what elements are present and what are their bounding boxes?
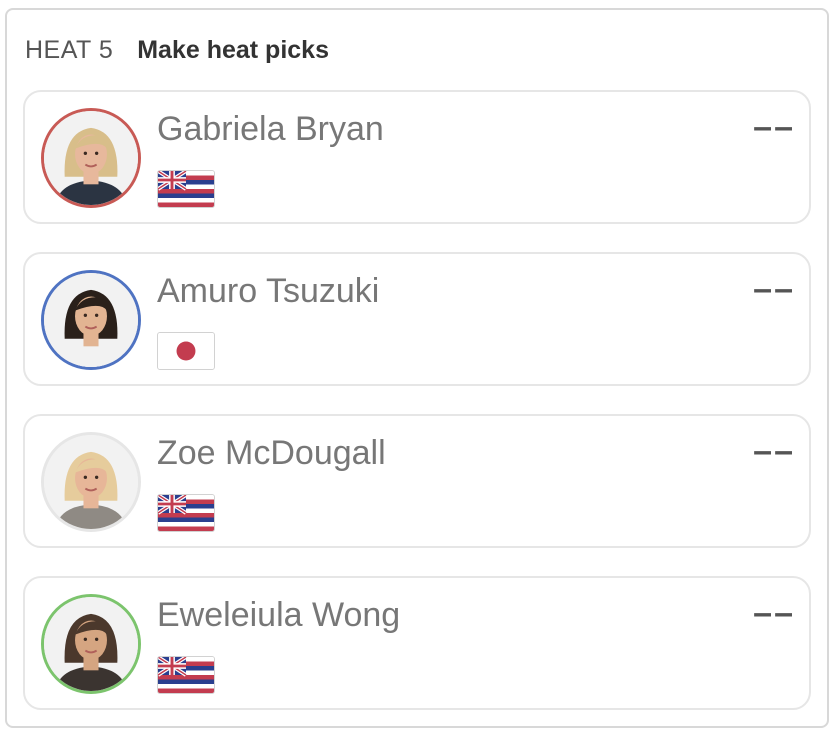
surfer-avatar: [41, 594, 141, 694]
pick-placeholder[interactable]: ––: [753, 432, 795, 471]
surfer-avatar: [41, 432, 141, 532]
surfer-avatar: [41, 108, 141, 208]
surfer-name: Amuro Tsuzuki: [157, 272, 380, 310]
heat-title: Make heat picks: [137, 36, 329, 64]
surfer-card-amuro-tsuzuki[interactable]: Amuro Tsuzuki ––: [23, 252, 811, 386]
hawaii-flag-icon: [157, 656, 215, 694]
hawaii-flag-icon: [157, 494, 215, 532]
surfer-name: Eweleiula Wong: [157, 596, 401, 634]
heat-panel: HEAT 5 Make heat picks Gabriela Bryan ––…: [5, 8, 829, 728]
pick-placeholder[interactable]: ––: [753, 594, 795, 633]
heat-header: HEAT 5 Make heat picks: [25, 36, 329, 65]
surfer-card-zoe-mcdougall[interactable]: Zoe McDougall ––: [23, 414, 811, 548]
heat-number-label: HEAT 5: [25, 36, 114, 64]
surfer-name: Zoe McDougall: [157, 434, 386, 472]
pick-placeholder[interactable]: ––: [753, 108, 795, 147]
surfer-card-eweleiula-wong[interactable]: Eweleiula Wong ––: [23, 576, 811, 710]
hawaii-flag-icon: [157, 170, 215, 208]
surfer-avatar: [41, 270, 141, 370]
surfer-card-gabriela-bryan[interactable]: Gabriela Bryan ––: [23, 90, 811, 224]
surfer-name: Gabriela Bryan: [157, 110, 384, 148]
pick-placeholder[interactable]: ––: [753, 270, 795, 309]
japan-flag-icon: [157, 332, 215, 370]
